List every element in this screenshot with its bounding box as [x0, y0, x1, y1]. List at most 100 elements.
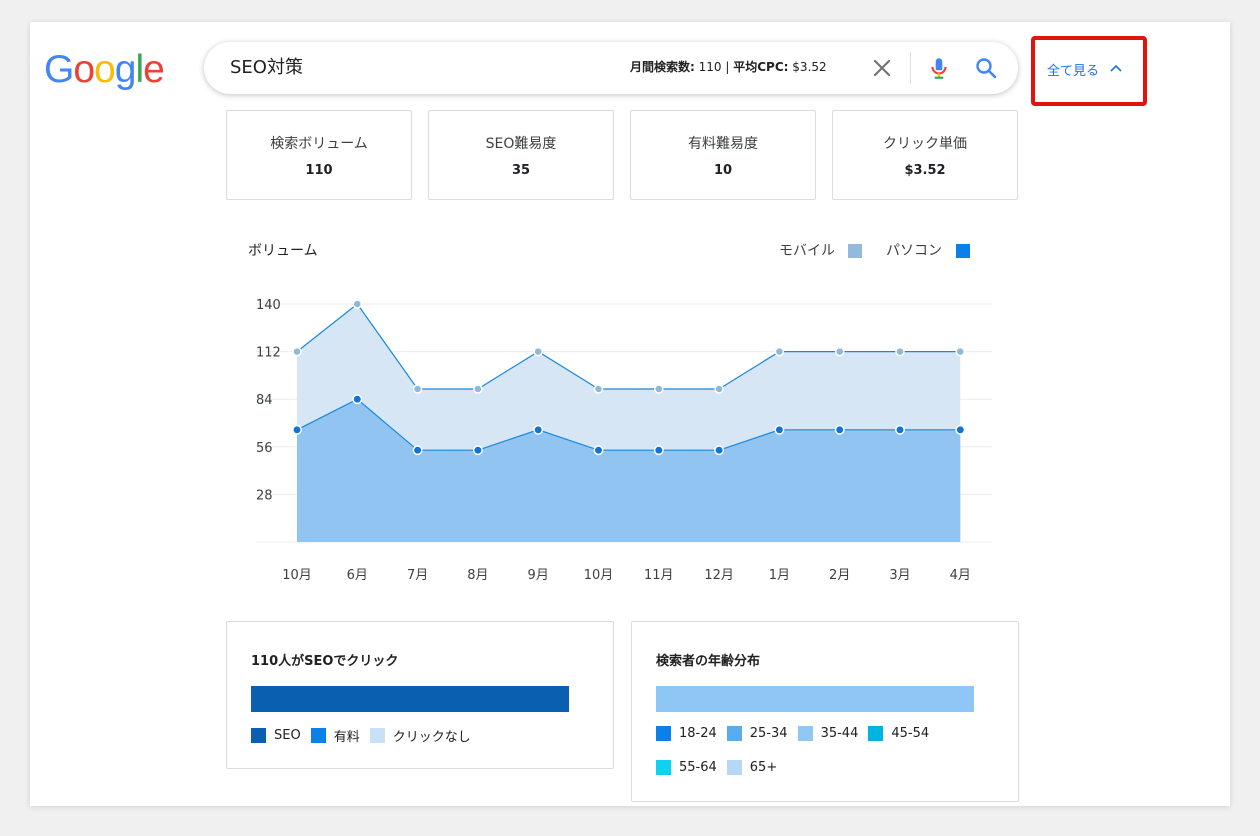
- stat-label: 検索ボリューム: [270, 136, 368, 152]
- legend-item: 45-54: [868, 726, 929, 741]
- mobile-point: [714, 384, 724, 394]
- mobile-point: [895, 346, 905, 357]
- legend-label: 45-54: [891, 726, 930, 741]
- legend-swatch: [656, 760, 671, 775]
- pc-point: [352, 394, 363, 405]
- clicks-title: 110人がSEOでクリック: [251, 654, 399, 669]
- metrics-separator: |: [725, 60, 730, 74]
- mobile-point: [352, 299, 363, 309]
- age-legend-row-1: 18-24 25-34 35-44 45-54: [656, 726, 939, 741]
- legend-swatch: [369, 728, 385, 743]
- chevron-up-icon: [1110, 64, 1122, 72]
- pc-point: [472, 445, 483, 456]
- mobile-point: [292, 346, 302, 357]
- stat-cost-per-click: クリック単価 $3.52: [832, 110, 1018, 200]
- pc-point: [593, 445, 604, 456]
- y-tick-label: 112: [256, 346, 281, 361]
- legend-item: 有料: [310, 726, 360, 745]
- monthly-searches-value: 110: [698, 60, 722, 74]
- x-tick-label: 9月: [528, 568, 549, 583]
- google-logo[interactable]: Google: [44, 48, 165, 92]
- legend-swatch: [310, 728, 326, 743]
- legend-label: 有料: [333, 730, 360, 745]
- mobile-point: [593, 384, 604, 394]
- age-bar: [656, 686, 974, 712]
- legend-label: クリックなし: [392, 730, 471, 745]
- click-distribution-panel: 110人がSEOでクリック SEO 有料 クリックなし: [226, 621, 614, 769]
- volume-chart: 28 56 84 112 140 10月 6月 7月 8月 9月 10月 11月 12月 1月 2月 3月 4月: [256, 298, 992, 583]
- legend-swatch: [726, 760, 742, 775]
- stat-label: 有料難易度: [688, 136, 758, 152]
- search-icon[interactable]: [974, 56, 998, 80]
- x-tick-label: 3月: [889, 568, 910, 583]
- stat-value: $3.52: [904, 163, 946, 178]
- stat-paid-difficulty: 有料難易度 10: [630, 110, 816, 200]
- legend-item: SEO: [251, 728, 301, 743]
- x-tick-label: 4月: [950, 568, 971, 583]
- x-tick-label: 2月: [829, 568, 850, 583]
- mobile-point: [473, 384, 483, 394]
- monthly-searches-label: 月間検索数:: [630, 60, 695, 74]
- clicks-legend: SEO 有料 クリックなし: [251, 726, 481, 745]
- keyword-metrics: 月間検索数: 110 | 平均CPC: $3.52: [630, 42, 827, 92]
- x-tick-label: 7月: [407, 568, 428, 583]
- x-tick-label: 6月: [347, 568, 368, 583]
- search-query[interactable]: SEO対策: [230, 42, 303, 94]
- avg-cpc-label: 平均CPC:: [733, 60, 789, 74]
- pc-point: [955, 424, 966, 435]
- stat-value: 110: [305, 163, 333, 178]
- legend-label: SEO: [274, 728, 301, 743]
- microphone-icon[interactable]: [926, 55, 952, 81]
- see-all-label: 全て見る: [1047, 64, 1100, 79]
- pc-point: [533, 424, 544, 435]
- clicks-bar: [251, 686, 569, 712]
- y-tick-label: 56: [256, 441, 273, 456]
- mobile-point: [955, 346, 966, 357]
- pc-point: [412, 445, 423, 456]
- legend-label: 18-24: [679, 726, 717, 741]
- legend-item: 25-34: [726, 726, 788, 741]
- x-tick-label: 10月: [584, 568, 614, 583]
- legend-swatch: [656, 726, 671, 741]
- search-bar[interactable]: SEO対策 月間検索数: 110 | 平均CPC: $3.52: [204, 42, 1018, 94]
- x-tick-label: 8月: [467, 568, 488, 583]
- stat-label: SEO難易度: [485, 136, 557, 152]
- pc-point: [292, 424, 302, 435]
- x-tick-label: 10月: [282, 568, 312, 583]
- legend-label: 35-44: [820, 726, 859, 741]
- search-divider: [910, 52, 911, 84]
- mobile-point: [533, 346, 543, 357]
- stat-label: クリック単価: [883, 136, 967, 152]
- stat-value: 10: [713, 163, 733, 178]
- legend-item: 35-44: [797, 726, 859, 741]
- mobile-point: [774, 346, 785, 357]
- chart-title: ボリューム: [248, 243, 318, 259]
- stat-search-volume: 検索ボリューム 110: [226, 110, 412, 200]
- legend-swatch: [251, 728, 266, 743]
- legend-label: 65+: [749, 760, 778, 775]
- legend-swatch: [797, 726, 813, 741]
- legend-item: 55-64: [656, 760, 717, 775]
- stat-seo-difficulty: SEO難易度 35: [428, 110, 614, 200]
- stat-value: 35: [511, 163, 531, 178]
- legend-item: 18-24: [656, 726, 717, 741]
- mobile-point: [654, 384, 664, 394]
- close-icon[interactable]: [870, 56, 894, 80]
- legend-item: 65+: [726, 760, 778, 775]
- legend-pc-swatch: [956, 244, 970, 258]
- age-distribution-panel: 検索者の年齢分布 18-24 25-34 35-44 45-54 55-64 65+: [631, 621, 1019, 802]
- legend-label: 25-34: [749, 726, 788, 741]
- x-tick-label: 12月: [704, 568, 734, 583]
- pc-point: [653, 445, 664, 456]
- pc-point: [895, 424, 905, 435]
- legend-mobile-label: モバイル: [779, 243, 835, 259]
- legend-label: 55-64: [679, 760, 717, 775]
- pc-point: [774, 424, 785, 435]
- age-title: 検索者の年齢分布: [656, 654, 761, 669]
- legend-mobile-swatch: [848, 244, 862, 258]
- legend-pc-label: パソコン: [886, 243, 942, 259]
- see-all-button[interactable]: 全て見る: [1031, 36, 1147, 106]
- y-tick-label: 28: [256, 488, 273, 503]
- x-tick-label: 1月: [769, 568, 790, 583]
- legend-item: クリックなし: [369, 726, 471, 745]
